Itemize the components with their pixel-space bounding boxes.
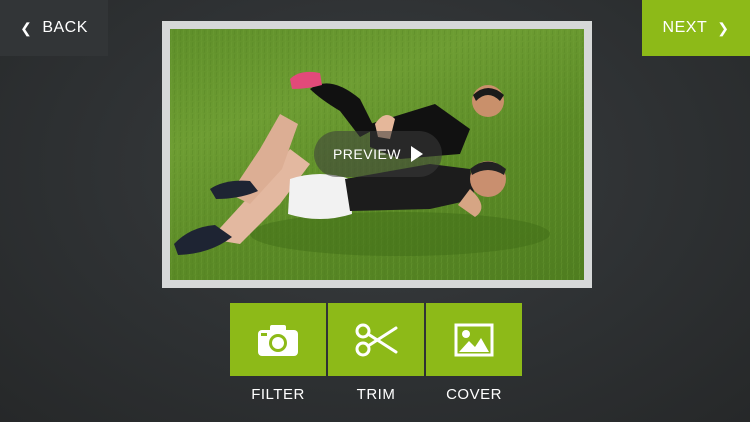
tool-bar bbox=[230, 303, 522, 376]
tool-labels: FILTER TRIM COVER bbox=[230, 386, 522, 403]
trim-label: TRIM bbox=[356, 386, 396, 403]
preview-label: PREVIEW bbox=[332, 146, 402, 162]
filter-button[interactable] bbox=[230, 303, 326, 376]
chevron-left-icon: ❮ bbox=[20, 20, 33, 36]
back-button[interactable]: ❮ BACK bbox=[0, 0, 108, 56]
trim-button[interactable] bbox=[328, 303, 424, 376]
preview-button[interactable]: PREVIEW bbox=[314, 131, 442, 177]
image-icon bbox=[454, 323, 494, 356]
next-label: NEXT bbox=[662, 19, 708, 36]
camera-icon bbox=[258, 324, 298, 356]
filter-label: FILTER bbox=[251, 386, 305, 403]
video-frame: PREVIEW bbox=[162, 21, 592, 288]
scissors-icon bbox=[355, 323, 398, 356]
cover-button[interactable] bbox=[426, 303, 522, 376]
play-icon bbox=[411, 146, 424, 162]
chevron-right-icon: ❯ bbox=[717, 20, 730, 36]
next-button[interactable]: NEXT ❯ bbox=[642, 0, 750, 56]
back-label: BACK bbox=[42, 19, 88, 36]
cover-label: COVER bbox=[446, 386, 502, 403]
video-thumbnail[interactable]: PREVIEW bbox=[170, 29, 584, 280]
